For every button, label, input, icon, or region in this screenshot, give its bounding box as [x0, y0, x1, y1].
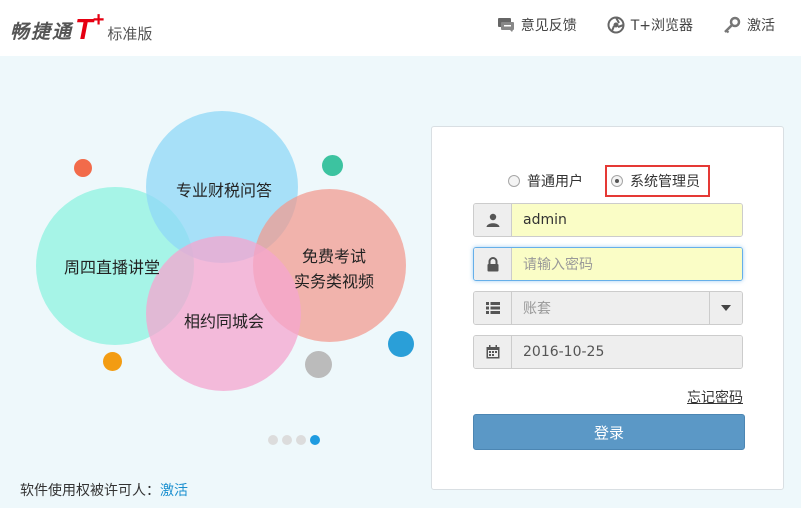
bubble-free-exam-label: 免费考试	[302, 247, 367, 266]
key-icon	[723, 16, 741, 34]
list-icon	[474, 292, 512, 324]
role-selector: 普通用户 系统管理员	[508, 165, 710, 197]
user-icon	[474, 204, 512, 236]
license-text: 软件使用权被许可人：	[20, 483, 160, 499]
login-button[interactable]: 登录	[473, 414, 745, 450]
bubble-local-meetup-label: 相约同城会	[184, 312, 265, 331]
pager-dot-4-active[interactable]	[310, 435, 320, 445]
license-line: 软件使用权被许可人：激活	[20, 480, 188, 500]
chevron-down-icon[interactable]	[709, 292, 742, 324]
date-field[interactable]: 2016-10-25	[473, 335, 743, 369]
activate-link[interactable]: 激活	[723, 15, 775, 35]
bubble-live-lecture-label: 周四直播讲堂	[64, 258, 161, 277]
password-field[interactable]: 请输入密码	[473, 247, 743, 281]
role-normal-user[interactable]: 普通用户	[508, 171, 583, 191]
browser-icon	[607, 16, 625, 34]
carousel-pager	[268, 435, 320, 445]
calendar-icon	[474, 336, 512, 368]
pager-dot-3[interactable]	[296, 435, 306, 445]
browser-link[interactable]: T+浏览器	[607, 15, 693, 35]
feedback-icon	[497, 17, 515, 33]
date-input[interactable]: 2016-10-25	[512, 336, 742, 368]
username-input[interactable]: admin	[512, 204, 742, 236]
logo-chinese-name: 畅捷通	[10, 21, 74, 43]
role-system-admin[interactable]: 系统管理员	[605, 165, 710, 197]
bubble-free-exam-label-2: 实务类视频	[294, 272, 375, 291]
radio-unchecked-icon[interactable]	[508, 175, 520, 187]
account-select-value[interactable]: 账套	[512, 292, 709, 324]
logo-plus-mark: +	[92, 9, 105, 31]
activate-label: 激活	[747, 18, 775, 34]
top-bar: 畅捷通 T + 标准版 意见反馈 T+浏览器 激活	[0, 0, 801, 56]
logo-t-mark: T	[75, 14, 93, 46]
pager-dot-1[interactable]	[268, 435, 278, 445]
account-select[interactable]: 账套	[473, 291, 743, 325]
browser-label: T+浏览器	[630, 18, 693, 34]
feedback-label: 意见反馈	[520, 18, 577, 34]
lock-icon	[474, 248, 512, 280]
password-input[interactable]: 请输入密码	[512, 248, 742, 280]
decor-dot-red	[74, 159, 92, 177]
forgot-password-link[interactable]: 忘记密码	[687, 387, 743, 407]
role-normal-user-label: 普通用户	[527, 174, 583, 190]
role-system-admin-label: 系统管理员	[630, 174, 700, 190]
logo-edition: 标准版	[107, 25, 153, 43]
radio-checked-icon[interactable]	[611, 175, 623, 187]
license-activate-link[interactable]: 激活	[160, 483, 188, 499]
app-logo: 畅捷通 T + 标准版	[10, 9, 153, 46]
feedback-link[interactable]: 意见反馈	[497, 15, 577, 35]
decor-dot-green	[322, 155, 343, 176]
username-field[interactable]: admin	[473, 203, 743, 237]
pager-dot-2[interactable]	[282, 435, 292, 445]
login-panel: 普通用户 系统管理员 admin 请输入密码 账套 2016-10-25 忘记密…	[431, 126, 784, 490]
decor-dot-orange	[103, 352, 122, 371]
decor-dot-gray	[305, 351, 332, 378]
bubble-tax-qa-label: 专业财税问答	[176, 181, 273, 200]
top-links: 意见反馈 T+浏览器 激活	[497, 15, 775, 35]
decor-dot-blue	[388, 331, 414, 357]
